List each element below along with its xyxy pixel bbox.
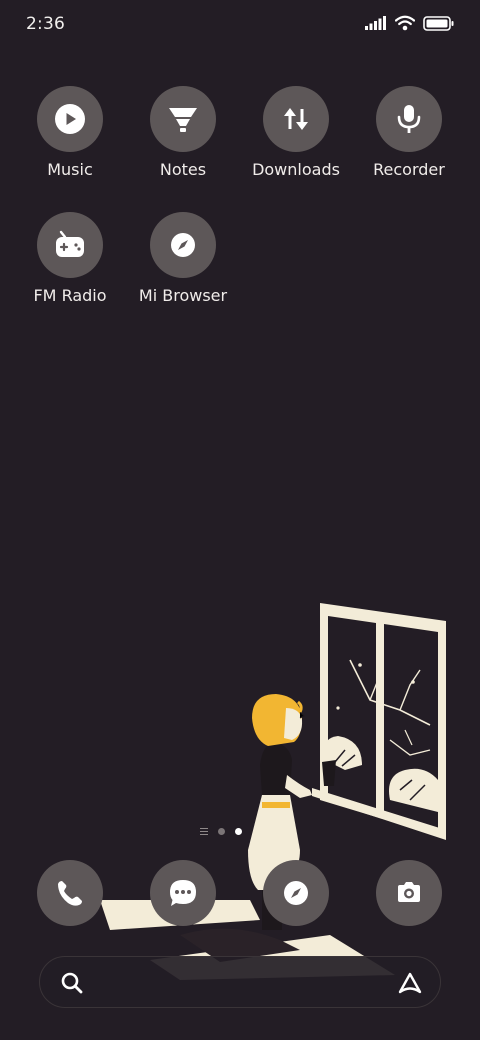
app-notes[interactable]: Notes [128, 86, 238, 179]
search-icon [61, 972, 83, 994]
dock-browser-button[interactable] [263, 860, 329, 926]
microphone-icon [376, 86, 442, 152]
compass-icon [284, 881, 308, 905]
notes-icon [150, 86, 216, 152]
status-bar: 2:36 [0, 0, 480, 50]
assistant-icon[interactable] [396, 970, 424, 996]
page-menu-icon [200, 828, 208, 835]
page-dot [218, 828, 225, 835]
downloads-icon [263, 86, 329, 152]
app-label: Downloads [252, 160, 340, 179]
app-music[interactable]: Music [15, 86, 125, 179]
chat-bubble-icon [170, 880, 196, 906]
status-icons [365, 15, 454, 31]
play-icon [37, 86, 103, 152]
phone-icon [58, 881, 82, 906]
camera-icon [398, 882, 420, 902]
dock-camera-button[interactable] [376, 860, 442, 926]
app-label: Notes [159, 160, 207, 179]
app-recorder[interactable]: Recorder [354, 86, 464, 179]
app-label: FM Radio [33, 286, 107, 305]
search-bar[interactable] [39, 956, 441, 1008]
status-time: 2:36 [26, 14, 65, 34]
radio-icon [37, 212, 103, 278]
compass-icon [150, 212, 216, 278]
dock-phone-button[interactable] [37, 860, 103, 926]
signal-icon [365, 16, 386, 30]
wifi-icon [395, 15, 415, 31]
app-downloads[interactable]: Downloads [241, 86, 351, 179]
app-label: Music [47, 160, 93, 179]
app-label: Recorder [373, 160, 445, 179]
battery-icon [423, 15, 454, 31]
page-dot-active [235, 828, 242, 835]
dock-messages-button[interactable] [150, 860, 216, 926]
page-indicator[interactable] [200, 828, 242, 835]
app-label: Mi Browser [138, 286, 228, 305]
app-mi-browser[interactable]: Mi Browser [128, 212, 238, 305]
app-fm-radio[interactable]: FM Radio [15, 212, 125, 305]
